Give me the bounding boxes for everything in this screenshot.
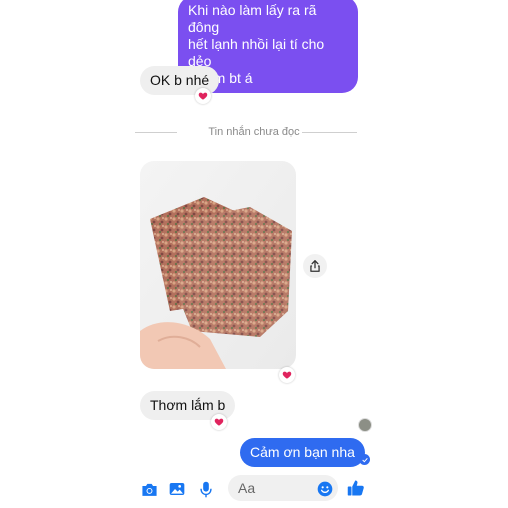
share-button[interactable] <box>303 254 327 278</box>
message-line: hết lạnh nhồi lại tí cho dẻo <box>188 36 325 69</box>
unread-divider-label: Tin nhắn chưa đọc <box>208 126 300 138</box>
camera-button[interactable] <box>140 480 158 498</box>
message-text: OK b nhé <box>150 72 210 88</box>
heart-reaction[interactable] <box>279 367 295 383</box>
message-input-placeholder: Aa <box>238 480 256 496</box>
heart-reaction[interactable] <box>195 88 211 104</box>
photo-message[interactable] <box>140 161 296 369</box>
microphone-button[interactable] <box>197 480 215 498</box>
sent-check-icon <box>359 454 370 465</box>
gallery-icon <box>169 483 185 495</box>
gallery-button[interactable] <box>168 480 186 498</box>
emoji-button[interactable] <box>316 480 334 498</box>
heart-icon <box>198 92 208 100</box>
seen-avatar <box>358 418 372 432</box>
microphone-icon <box>200 481 212 497</box>
message-text: Thơm lắm b <box>150 397 226 413</box>
heart-reaction[interactable] <box>211 414 227 430</box>
like-button[interactable] <box>346 478 366 498</box>
share-icon <box>310 260 320 272</box>
message-text: Cảm ơn bạn nha <box>250 444 355 460</box>
divider-line <box>302 132 357 133</box>
message-line: Khi nào làm lấy ra rã đông <box>188 2 317 35</box>
thumbs-up-icon <box>347 480 364 496</box>
emoji-icon <box>317 481 333 497</box>
heart-icon <box>214 418 224 426</box>
heart-icon <box>282 371 292 379</box>
meat-package-image <box>140 161 296 369</box>
outgoing-message[interactable]: Cảm ơn bạn nha <box>240 438 365 467</box>
camera-icon <box>141 483 157 496</box>
